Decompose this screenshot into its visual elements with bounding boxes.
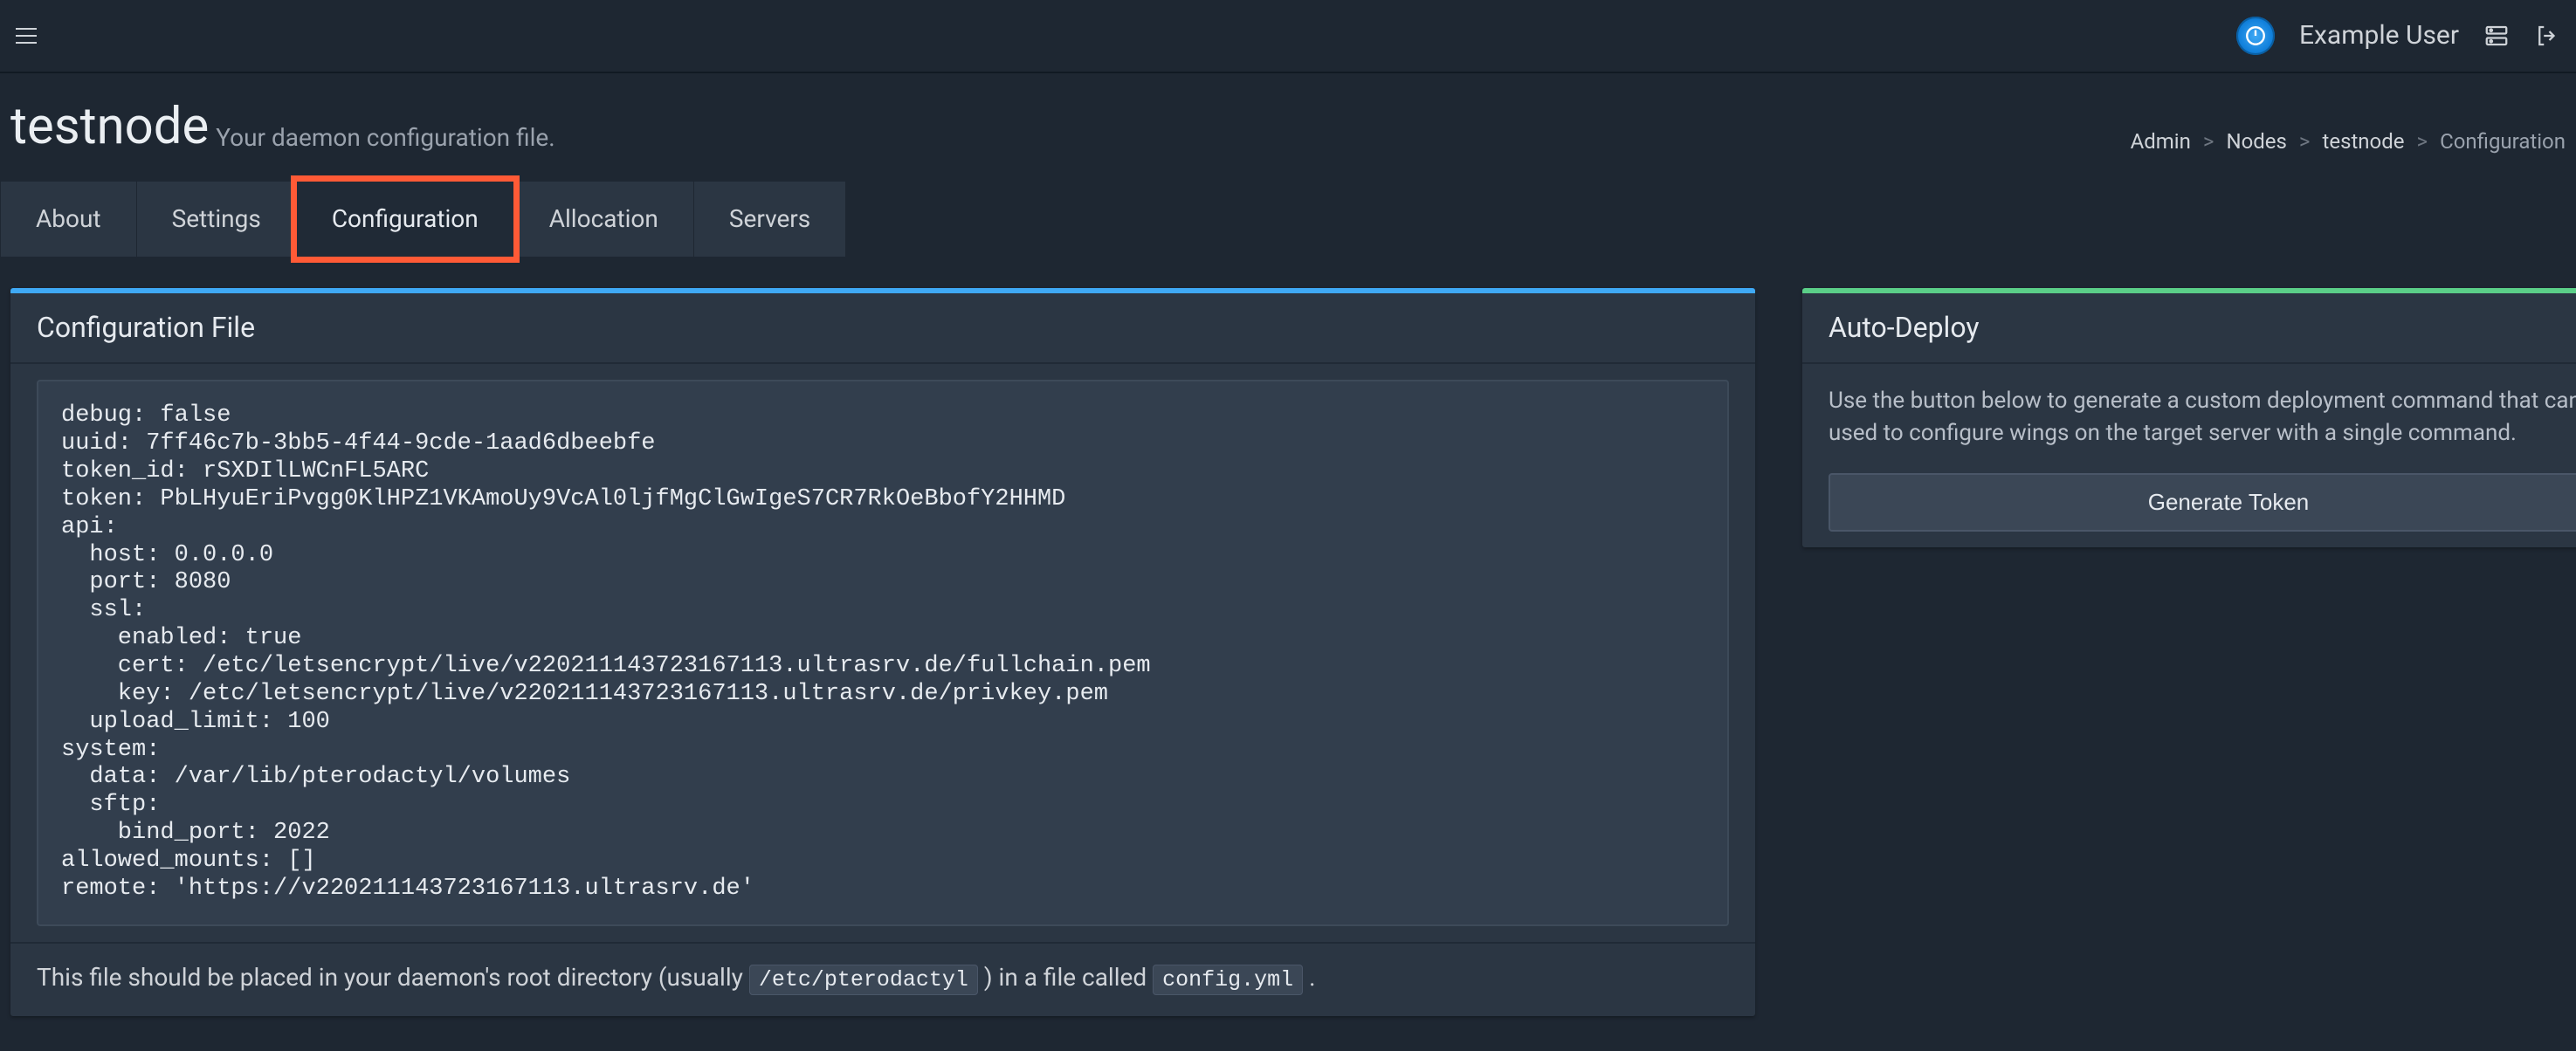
generate-token-button[interactable]: Generate Token xyxy=(1829,473,2576,532)
panel-configuration-file: Configuration File debug: false uuid: 7f… xyxy=(10,288,1755,1015)
config-yaml[interactable]: debug: false uuid: 7ff46c7b-3bb5-4f44-9c… xyxy=(37,380,1729,925)
tabs: About Settings Configuration Allocation … xyxy=(0,182,2576,257)
panel-configuration-footer: This file should be placed in your daemo… xyxy=(10,942,1755,1016)
panel-auto-deploy: Auto-Deploy Use the button below to gene… xyxy=(1802,288,2576,547)
panel-configuration-title: Configuration File xyxy=(10,293,1755,364)
menu-icon[interactable] xyxy=(16,28,37,44)
footer-text-pre: This file should be placed in your daemo… xyxy=(37,963,749,992)
breadcrumb: Admin > Nodes > testnode > Configuration xyxy=(2131,127,2566,161)
breadcrumb-current: Configuration xyxy=(2440,127,2566,155)
page-subtitle: Your daemon configuration file. xyxy=(216,121,554,155)
avatar[interactable] xyxy=(2236,17,2275,55)
tab-settings[interactable]: Settings xyxy=(137,182,297,257)
breadcrumb-admin[interactable]: Admin xyxy=(2131,127,2191,155)
content-row: Configuration File debug: false uuid: 7f… xyxy=(0,257,2576,1050)
footer-code-path: /etc/pterodactyl xyxy=(749,965,978,995)
footer-text-post: . xyxy=(1309,963,1315,992)
tab-about[interactable]: About xyxy=(0,182,137,257)
autodeploy-description: Use the button below to generate a custo… xyxy=(1829,380,2576,473)
username[interactable]: Example User xyxy=(2299,18,2459,54)
chevron-right-icon: > xyxy=(2203,127,2214,155)
page-title: testnode xyxy=(10,93,209,161)
power-icon xyxy=(2244,24,2267,47)
server-icon[interactable] xyxy=(2483,23,2510,49)
panel-autodeploy-title: Auto-Deploy xyxy=(1802,293,2576,364)
breadcrumb-node[interactable]: testnode xyxy=(2322,127,2404,155)
chevron-right-icon: > xyxy=(2417,127,2428,155)
tab-configuration[interactable]: Configuration xyxy=(297,182,514,257)
chevron-right-icon: > xyxy=(2299,127,2311,155)
footer-text-mid: ) in a file called xyxy=(984,963,1153,992)
logout-icon[interactable] xyxy=(2534,23,2560,49)
tab-configuration-label: Configuration xyxy=(332,204,479,233)
footer-code-file: config.yml xyxy=(1153,965,1303,995)
tab-servers[interactable]: Servers xyxy=(694,182,846,257)
page-header: testnode Your daemon configuration file.… xyxy=(0,73,2576,182)
tab-allocation[interactable]: Allocation xyxy=(514,182,694,257)
breadcrumb-nodes[interactable]: Nodes xyxy=(2226,127,2286,155)
topbar: Example User xyxy=(0,0,2576,73)
